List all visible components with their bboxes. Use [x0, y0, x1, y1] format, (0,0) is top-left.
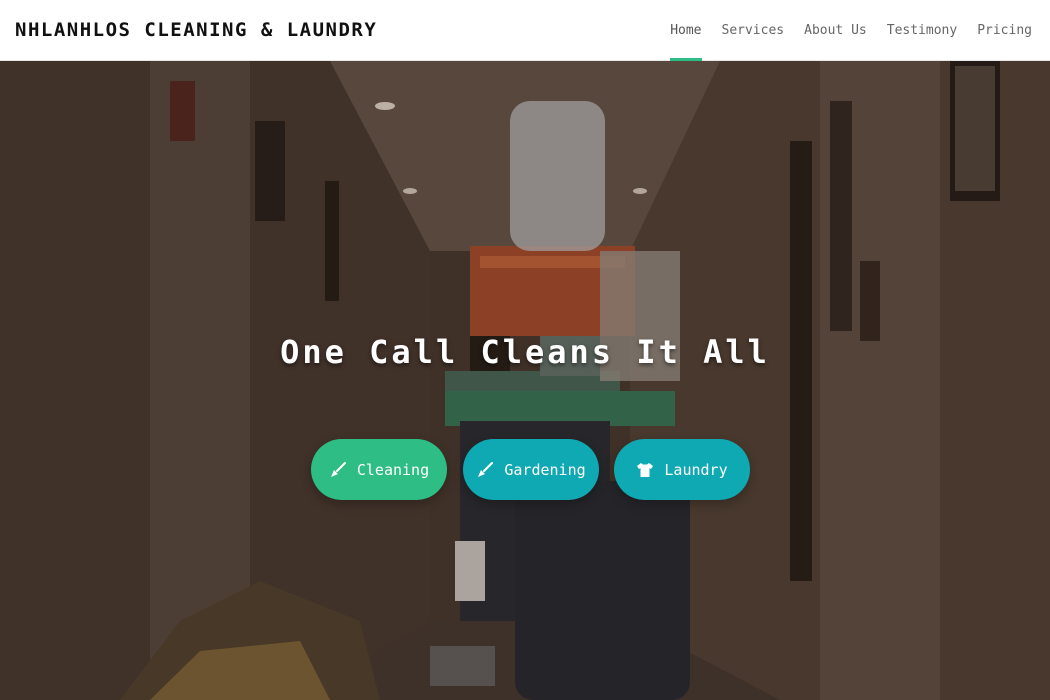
laundry-button[interactable]: Laundry: [614, 439, 750, 500]
nav-item-home[interactable]: Home: [660, 0, 711, 61]
tshirt-icon: [636, 461, 654, 479]
active-nav-indicator: [670, 57, 702, 61]
broom-icon: [476, 461, 494, 479]
button-label: Cleaning: [356, 460, 430, 479]
nav-menu: Home Services About Us Testimony Pricing: [660, 0, 1042, 61]
hero-section: One Call Cleans It All Cleaning Gardenin…: [0, 61, 1050, 700]
button-label: Laundry: [664, 460, 728, 479]
nav-item-pricing[interactable]: Pricing: [967, 0, 1042, 61]
nav-item-label: About Us: [804, 22, 867, 38]
nav-item-about-us[interactable]: About Us: [794, 0, 877, 61]
gardening-button[interactable]: Gardening: [463, 439, 599, 500]
button-label: Gardening: [504, 460, 586, 479]
cleaning-button[interactable]: Cleaning: [311, 439, 447, 500]
nav-item-label: Services: [721, 22, 785, 38]
hero-headline: One Call Cleans It All: [280, 333, 770, 371]
nav-item-testimony[interactable]: Testimony: [877, 0, 967, 61]
nav-item-label: Pricing: [977, 22, 1032, 38]
hero-overlay: [0, 61, 1050, 700]
nav-item-label: Home: [670, 22, 702, 38]
nav-item-label: Testimony: [886, 22, 958, 38]
broom-icon: [329, 461, 347, 479]
brand-logo[interactable]: NHLANHLOS CLEANING & LAUNDRY: [15, 19, 377, 41]
nav-item-services[interactable]: Services: [712, 0, 795, 61]
navbar: NHLANHLOS CLEANING & LAUNDRY Home Servic…: [0, 0, 1050, 61]
